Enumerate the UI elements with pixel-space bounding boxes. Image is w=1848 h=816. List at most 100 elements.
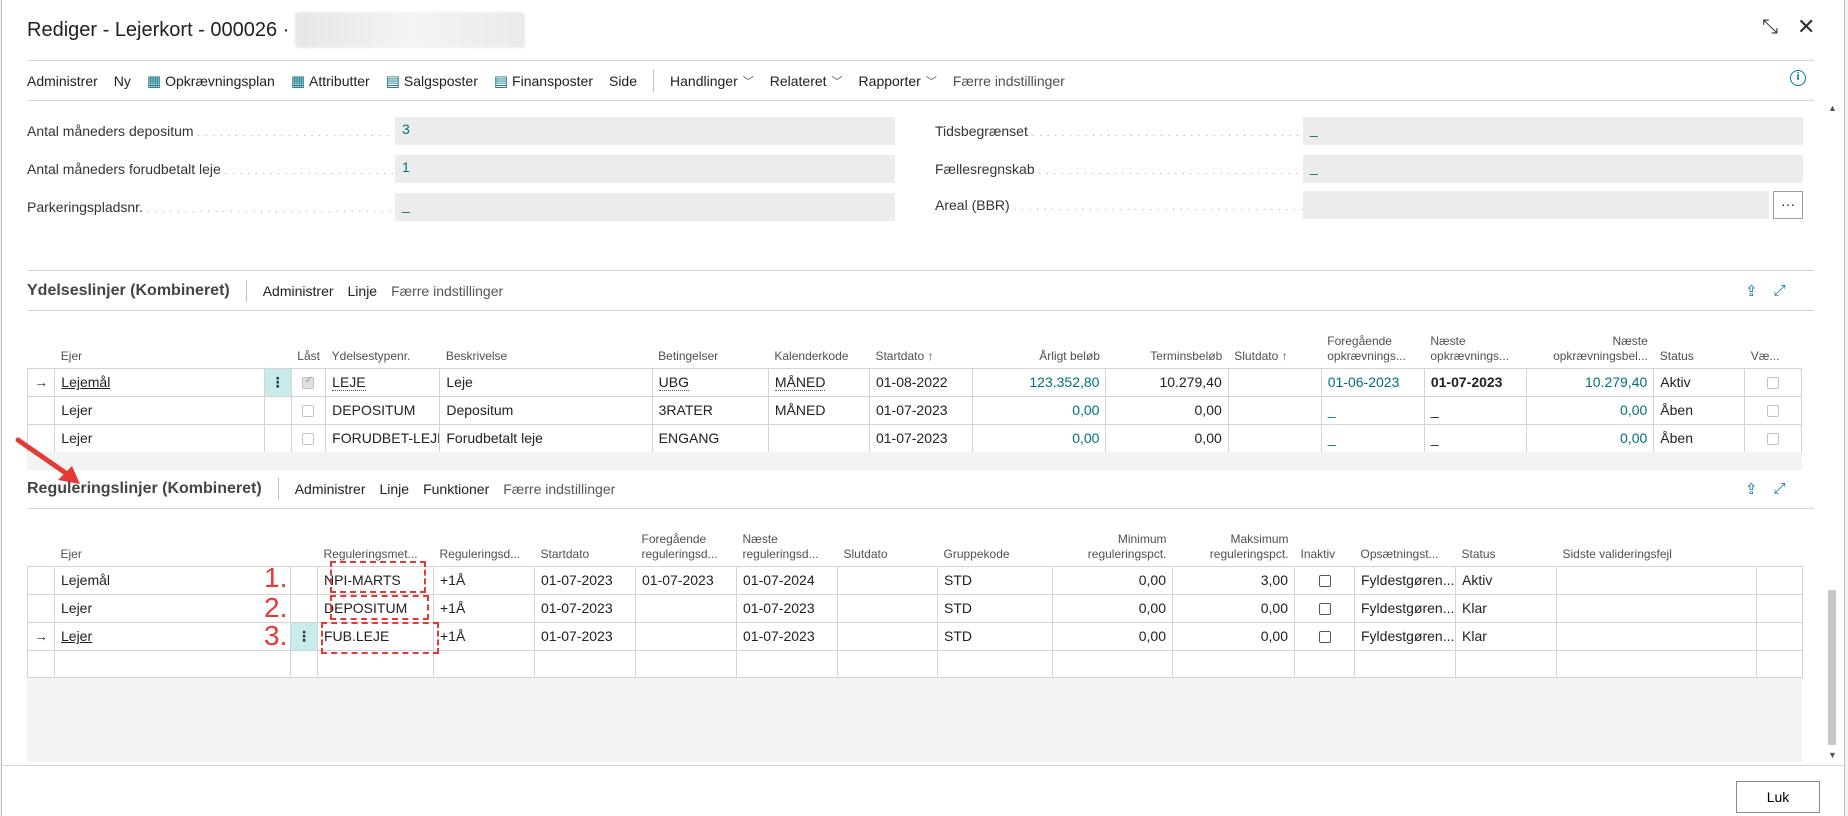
cell-beskrivelse[interactable]: Leje: [439, 367, 653, 397]
col-sidste[interactable]: Sidste valideringsfejl: [1557, 524, 1757, 566]
cell-ejer[interactable]: Lejer: [54, 395, 265, 425]
col-slutdato[interactable]: Slutdato: [838, 524, 938, 566]
cell-naeste[interactable]: 01-07-2023: [736, 593, 838, 623]
col-naeste[interactable]: Næste opkrævnings...: [1424, 326, 1526, 368]
expand-icon[interactable]: ⤢: [1774, 282, 1786, 300]
cell-vae[interactable]: [1744, 367, 1802, 397]
cell-gruppekode[interactable]: STD: [937, 565, 1053, 595]
cell-regd[interactable]: +1Å: [433, 621, 535, 651]
table-row-empty[interactable]: [27, 649, 1803, 679]
cell-naeste-bel[interactable]: 10.279,40: [1525, 367, 1655, 397]
cell-inaktiv[interactable]: [1294, 593, 1355, 623]
cell-aarligt[interactable]: 123.352,80: [972, 367, 1107, 397]
cell-max[interactable]: 3,00: [1172, 565, 1295, 595]
col-laast[interactable]: Låst: [291, 326, 325, 368]
col-inaktiv[interactable]: Inaktiv: [1295, 524, 1355, 566]
cell-aarligt[interactable]: 0,00: [972, 395, 1107, 425]
ydelses-linje-button[interactable]: Linje: [348, 283, 378, 299]
faellesregnskab-input[interactable]: _: [1303, 155, 1803, 183]
info-icon[interactable]: i: [1790, 70, 1806, 86]
cell-status[interactable]: Åben: [1653, 395, 1746, 425]
regulering-administrer-button[interactable]: Administrer: [295, 481, 366, 497]
col-gruppekode[interactable]: Gruppekode: [938, 524, 1053, 566]
areal-lookup-button[interactable]: ···: [1773, 191, 1803, 219]
checkbox[interactable]: [1767, 433, 1780, 446]
col-aarligt[interactable]: Årligt beløb: [973, 326, 1106, 368]
col-metode[interactable]: Reguleringsmet...: [318, 524, 434, 566]
cell-kalender[interactable]: [767, 423, 870, 453]
cell-ydelsestype[interactable]: DEPOSITUM: [325, 395, 441, 425]
cell-status[interactable]: Aktiv: [1455, 565, 1557, 595]
cell-beskrivelse[interactable]: Depositum: [439, 395, 653, 425]
close-icon[interactable]: ✕: [1797, 14, 1815, 40]
col-vae[interactable]: Væ...: [1745, 326, 1802, 368]
inaktiv-checkbox[interactable]: [1318, 603, 1331, 616]
col-max[interactable]: Maksimum reguleringspct.: [1173, 524, 1295, 566]
table-row[interactable]: Lejer DEPOSITUM +1Å 01-07-2023 01-07-202…: [27, 593, 1803, 623]
salgsposter-button[interactable]: ▤ Salgsposter: [386, 72, 478, 90]
depositum-input[interactable]: 3: [395, 117, 895, 145]
cell-opsaet[interactable]: Fyldestgøren...: [1354, 593, 1456, 623]
cell-naeste[interactable]: _: [1423, 423, 1527, 453]
cell-regd[interactable]: +1Å: [433, 565, 535, 595]
cell-naeste-bel[interactable]: 0,00: [1525, 395, 1655, 425]
col-kalenderkode[interactable]: Kalenderkode: [768, 326, 869, 368]
cell-status[interactable]: Aktiv: [1653, 367, 1746, 397]
cell-beskrivelse[interactable]: Forudbetalt leje: [439, 423, 653, 453]
cell-foregaaende[interactable]: [635, 621, 737, 651]
checkbox[interactable]: [1767, 405, 1780, 418]
cell-slutdato[interactable]: [837, 593, 938, 623]
cell-status[interactable]: Klar: [1455, 621, 1557, 651]
table-row[interactable]: Lejer DEPOSITUM Depositum 3RATER MÅNED 0…: [26, 395, 1802, 425]
share-icon[interactable]: ⇪: [1745, 480, 1758, 498]
cell-betingelser[interactable]: UBG: [651, 367, 769, 397]
inaktiv-checkbox[interactable]: [1318, 575, 1331, 588]
cell-kalender[interactable]: MÅNED: [767, 395, 870, 425]
col-naeste[interactable]: Næste reguleringsd...: [737, 524, 838, 566]
regulering-linje-button[interactable]: Linje: [380, 481, 410, 497]
cell-naeste[interactable]: 01-07-2023: [736, 621, 838, 651]
handlinger-menu[interactable]: Handlinger ﹀: [670, 73, 754, 89]
cell-startdato[interactable]: 01-08-2022: [868, 367, 974, 397]
cell-gruppekode[interactable]: STD: [937, 621, 1053, 651]
scroll-up-icon[interactable]: ▲: [1828, 103, 1837, 113]
cell-max[interactable]: 0,00: [1172, 621, 1295, 651]
cell-betingelser[interactable]: ENGANG: [651, 423, 769, 453]
col-termin[interactable]: Terminsbeløb: [1106, 326, 1228, 368]
attributter-button[interactable]: ▦ Attributter: [291, 72, 370, 90]
cell-status[interactable]: Klar: [1455, 593, 1557, 623]
row-menu-icon[interactable]: ⋮: [263, 367, 292, 397]
cell-foregaaende[interactable]: 01-06-2023: [1320, 367, 1425, 397]
table-row[interactable]: Lejemål NPI-MARTS +1Å 01-07-2023 01-07-2…: [27, 565, 1803, 595]
cell-opsaet[interactable]: Fyldestgøren...: [1354, 565, 1456, 595]
col-beskrivelse[interactable]: Beskrivelse: [440, 326, 652, 368]
cell-slutdato[interactable]: [1227, 423, 1322, 453]
scrollbar-thumb[interactable]: [1828, 590, 1836, 745]
cell-startdato[interactable]: 01-07-2023: [534, 593, 636, 623]
cell-foregaaende[interactable]: _: [1320, 395, 1425, 425]
cell-foregaaende[interactable]: [635, 593, 737, 623]
col-status[interactable]: Status: [1456, 524, 1557, 566]
ny-button[interactable]: Ny: [114, 73, 131, 89]
cell-startdato[interactable]: 01-07-2023: [534, 621, 636, 651]
cell-startdato[interactable]: 01-07-2023: [868, 423, 974, 453]
inaktiv-checkbox[interactable]: [1318, 631, 1331, 644]
cell-ejer[interactable]: Lejer: [54, 621, 291, 651]
cell-naeste[interactable]: _: [1423, 395, 1527, 425]
expand-icon[interactable]: ⤢: [1774, 480, 1786, 498]
cell-ydelsestype[interactable]: LEJE: [325, 367, 441, 397]
table-row[interactable]: → Lejemål ⋮ LEJE Leje UBG MÅNED 01-08-20…: [26, 367, 1802, 397]
cell-termin[interactable]: 0,00: [1105, 423, 1229, 453]
ydelses-administrer-button[interactable]: Administrer: [263, 283, 334, 299]
col-ejer[interactable]: Ejer: [55, 524, 291, 566]
col-foregaaende[interactable]: Foregående opkrævnings...: [1321, 326, 1424, 368]
cell-inaktiv[interactable]: [1294, 621, 1355, 651]
cell-sidste[interactable]: [1556, 621, 1757, 651]
tidsbegraenset-input[interactable]: _: [1303, 117, 1803, 145]
col-status[interactable]: Status: [1654, 326, 1745, 368]
cell-slutdato[interactable]: [837, 621, 938, 651]
cell-betingelser[interactable]: 3RATER: [651, 395, 769, 425]
cell-inaktiv[interactable]: [1294, 565, 1355, 595]
cell-sidste[interactable]: [1556, 565, 1757, 595]
cell-startdato[interactable]: 01-07-2023: [534, 565, 636, 595]
